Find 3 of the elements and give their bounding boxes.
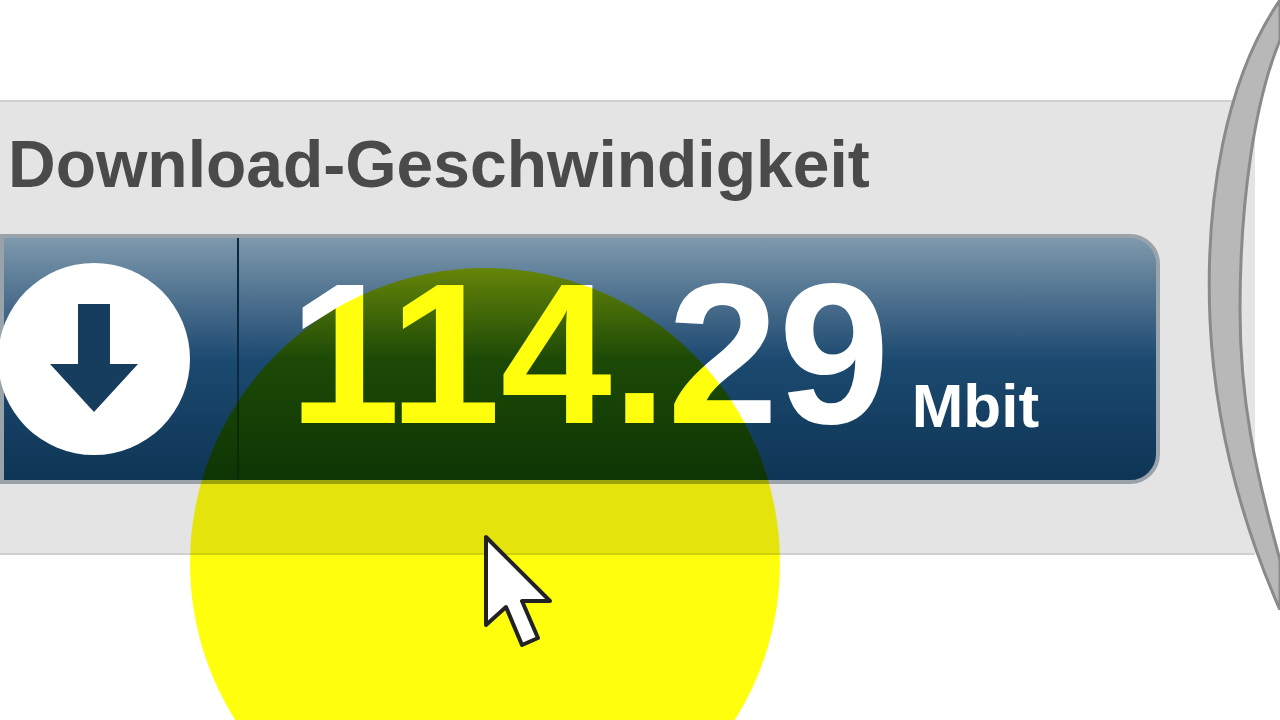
speed-value: 114.29 — [289, 269, 890, 439]
speed-unit: Mbit — [911, 375, 1040, 437]
panel-title: Download-Geschwindigkeit — [8, 126, 870, 203]
